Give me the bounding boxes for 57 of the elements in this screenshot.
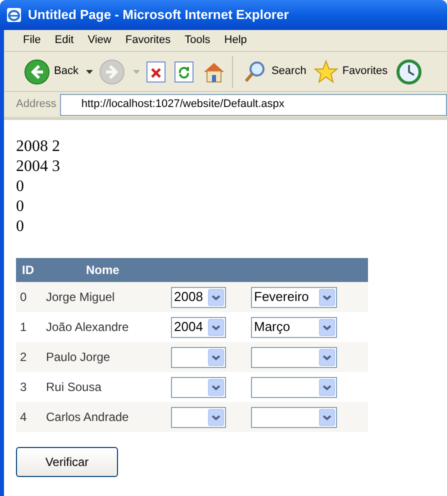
- year-select[interactable]: [171, 346, 226, 368]
- month-select[interactable]: [251, 406, 337, 428]
- address-label: Address: [16, 97, 56, 112]
- chevron-down-icon[interactable]: [319, 288, 335, 306]
- chevron-down-icon[interactable]: [319, 348, 335, 366]
- chevron-down-icon[interactable]: [208, 408, 224, 426]
- table-cell: Paulo Jorge: [46, 342, 171, 372]
- refresh-icon: [174, 60, 194, 82]
- magnifier-icon: [243, 60, 268, 84]
- table-cell: 3: [16, 372, 46, 402]
- chevron-down-icon[interactable]: [319, 318, 335, 336]
- output-line: 0: [16, 197, 25, 217]
- year-select[interactable]: [171, 406, 226, 428]
- month-select[interactable]: [251, 376, 337, 398]
- output-line: 0: [16, 177, 25, 197]
- window-title: Untitled Page - Microsoft Internet Explorer: [28, 6, 289, 24]
- chevron-down-icon[interactable]: [319, 408, 335, 426]
- column-header: Nome: [46, 258, 171, 282]
- menu-item[interactable]: Favorites: [120, 32, 176, 49]
- table-cell: Jorge Miguel: [46, 282, 171, 312]
- menu-item[interactable]: View: [82, 32, 116, 49]
- menu-item[interactable]: Help: [219, 32, 252, 49]
- chevron-down-icon[interactable]: [319, 378, 335, 396]
- chevron-down-icon[interactable]: [208, 318, 224, 336]
- table-cell: 4: [16, 402, 46, 432]
- table-cell: 0: [16, 282, 46, 312]
- browser-icon: [6, 7, 22, 23]
- table-cell: Carlos Andrade: [46, 402, 171, 432]
- toolbar-button[interactable]: Back: [22, 56, 80, 88]
- toolbar-button[interactable]: Favorites: [312, 56, 390, 88]
- chevron-down-icon[interactable]: [208, 288, 224, 306]
- menu-item[interactable]: Edit: [50, 32, 79, 49]
- table-cell: 1: [16, 312, 46, 342]
- output-line: 0: [16, 217, 25, 237]
- menu-item[interactable]: File: [18, 32, 46, 49]
- year-select[interactable]: [171, 376, 226, 398]
- star-icon: [314, 60, 338, 84]
- table-cell: João Alexandre: [46, 312, 171, 342]
- chevron-down-icon[interactable]: [208, 378, 224, 396]
- month-select[interactable]: Março: [251, 316, 337, 338]
- column-header: ID: [16, 258, 46, 282]
- address-field[interactable]: http://localhost:1027/website/Default.aspx: [60, 94, 447, 116]
- month-select[interactable]: [251, 346, 337, 368]
- output-line: 2004 3: [16, 157, 61, 177]
- year-select[interactable]: 2008: [171, 286, 226, 308]
- year-select[interactable]: 2004: [171, 316, 226, 338]
- stop-icon: [146, 60, 166, 82]
- caret-icon[interactable]: [86, 70, 94, 74]
- output-line: 2008 2: [16, 137, 61, 157]
- history-clock-icon: [396, 58, 422, 84]
- menu-item[interactable]: Tools: [180, 32, 216, 49]
- table-cell: Rui Sousa: [46, 372, 171, 402]
- toolbar-button[interactable]: Search: [241, 56, 308, 88]
- month-select[interactable]: Fevereiro: [251, 286, 337, 308]
- table-cell: 2: [16, 342, 46, 372]
- chevron-down-icon[interactable]: [208, 348, 224, 366]
- verify-button[interactable]: Verificar: [16, 447, 118, 477]
